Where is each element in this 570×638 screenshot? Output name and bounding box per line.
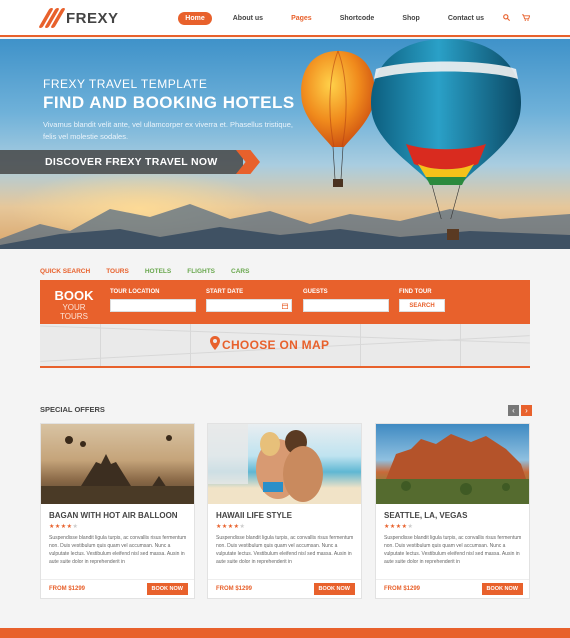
offer-description: Suspendisse blandit ligula turpis, ac co… <box>384 535 522 565</box>
header: FREXY Home About us Pages Shortcode Shop… <box>0 0 570 37</box>
bagan-image[interactable] <box>41 424 194 504</box>
nav-about[interactable]: About us <box>226 12 270 25</box>
hero-title: FIND AND BOOKING HOTELS <box>43 93 295 112</box>
offer-title[interactable]: SEATTLE, LA, VEGAS <box>384 511 467 520</box>
search-form: BOOK YOUR TOURS TOUR LOCATION START DATE… <box>40 280 530 324</box>
rating-stars: ★★★★★ <box>216 524 246 530</box>
calendar-icon <box>282 303 288 309</box>
balloon-basket <box>447 229 459 240</box>
hero-banner: FREXY TRAVEL TEMPLATE FIND AND BOOKING H… <box>0 39 570 249</box>
main-nav: Home About us Pages Shortcode Shop Conta… <box>164 12 531 25</box>
footer-bar <box>0 628 570 638</box>
tour-location-input[interactable] <box>110 299 196 312</box>
start-date-input[interactable] <box>206 299 292 312</box>
offer-price: FROM $1299 <box>384 586 421 592</box>
book-now-button[interactable]: BOOK NOW <box>313 583 355 595</box>
logo[interactable]: FREXY <box>38 8 119 28</box>
special-offers-title: SPECIAL OFFERS <box>40 405 105 414</box>
rating-stars: ★★★★★ <box>49 524 79 530</box>
prev-arrow-icon[interactable]: ‹ <box>508 405 519 416</box>
book-title: BOOK <box>54 288 94 303</box>
offer-description: Suspendisse blandit ligula turpis, ac co… <box>49 535 187 565</box>
offer-footer: FROM $1299 BOOK NOW <box>208 579 361 599</box>
hero-text: Vivamus blandit velit ante, vel ullamcor… <box>43 120 293 141</box>
book-heading: BOOK YOUR TOURS <box>50 288 98 321</box>
guests-input[interactable] <box>303 299 389 312</box>
hero-subtitle: FREXY TRAVEL TEMPLATE <box>43 77 208 91</box>
book-now-button[interactable]: BOOK NOW <box>146 583 188 595</box>
cart-icon[interactable] <box>522 14 531 23</box>
nav-home[interactable]: Home <box>178 12 212 25</box>
offer-title[interactable]: BAGAN WITH HOT AIR BALLOON <box>49 511 178 520</box>
map-pin-icon <box>210 336 220 350</box>
offer-description: Suspendisse blandit ligula turpis, ac co… <box>216 535 354 565</box>
offer-card: SEATTLE, LA, VEGAS ★★★★★ Suspendisse bla… <box>375 423 530 599</box>
hawaii-image[interactable] <box>208 424 361 504</box>
nav-contact[interactable]: Contact us <box>441 12 491 25</box>
search-button[interactable]: SEARCH <box>399 299 445 312</box>
location-label: TOUR LOCATION <box>110 289 160 295</box>
choose-on-map-label[interactable]: CHOOSE ON MAP <box>222 338 329 352</box>
balloon-large-image <box>370 39 522 219</box>
nav-pages[interactable]: Pages <box>284 12 319 25</box>
tab-flights[interactable]: FLIGHTS <box>187 268 215 275</box>
book-subtitle: YOUR TOURS <box>60 303 88 321</box>
carousel-arrows: ‹ › <box>506 405 532 416</box>
guests-label: GUESTS <box>303 289 328 295</box>
map-area[interactable]: CHOOSE ON MAP <box>40 324 530 368</box>
tab-hotels[interactable]: HOTELS <box>145 268 171 275</box>
find-tour-label: FIND TOUR <box>399 289 432 295</box>
logo-mark-icon <box>38 8 66 28</box>
offer-card: HAWAII LIFE STYLE ★★★★★ Suspendisse blan… <box>207 423 362 599</box>
brand-name: FREXY <box>66 9 119 27</box>
book-now-button[interactable]: BOOK NOW <box>481 583 523 595</box>
next-arrow-icon[interactable]: › <box>521 405 532 416</box>
tab-quick-search: QUICK SEARCH <box>40 268 91 275</box>
offer-title[interactable]: HAWAII LIFE STYLE <box>216 511 292 520</box>
offer-price: FROM $1299 <box>216 586 253 592</box>
offer-card: BAGAN WITH HOT AIR BALLOON ★★★★★ Suspend… <box>40 423 195 599</box>
offer-price: FROM $1299 <box>49 586 86 592</box>
discover-button[interactable]: DISCOVER FREXY TRAVEL NOW <box>0 150 243 174</box>
search-icon[interactable] <box>503 14 511 23</box>
tab-cars[interactable]: CARS <box>231 268 249 275</box>
rating-stars: ★★★★★ <box>384 524 414 530</box>
nav-shop[interactable]: Shop <box>395 12 427 25</box>
offer-footer: FROM $1299 BOOK NOW <box>41 579 194 599</box>
start-date-label: START DATE <box>206 289 244 295</box>
offer-footer: FROM $1299 BOOK NOW <box>376 579 529 599</box>
seattle-image[interactable] <box>376 424 529 504</box>
nav-shortcode[interactable]: Shortcode <box>333 12 382 25</box>
